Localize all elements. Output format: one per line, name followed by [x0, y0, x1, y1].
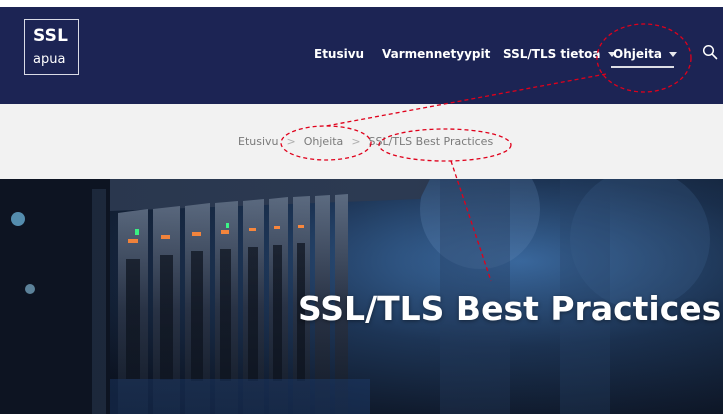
breadcrumb-item-ohjeita[interactable]: Ohjeita — [304, 135, 344, 148]
page: SSL apua Etusivu Varmennetyypit SSL/TLS … — [0, 0, 723, 414]
breadcrumb-current: SSL/TLS Best Practices — [368, 135, 494, 148]
search-icon[interactable] — [702, 44, 718, 60]
logo-line-1: SSL — [33, 26, 69, 46]
logo-line-2: apua — [33, 52, 66, 67]
breadcrumb-separator: > — [286, 135, 296, 148]
nav-label: SSL/TLS tietoa — [503, 47, 601, 61]
site-logo[interactable]: SSL apua — [24, 19, 79, 75]
breadcrumb-item-etusivu[interactable]: Etusivu — [238, 135, 279, 148]
nav-item-ssl-tls-tietoa[interactable]: SSL/TLS tietoa — [503, 42, 616, 66]
breadcrumb: Etusivu > Ohjeita > SSL/TLS Best Practic… — [238, 135, 493, 148]
nav-label: Varmennetyypit — [382, 47, 491, 61]
chevron-down-icon — [668, 51, 677, 57]
nav-item-etusivu[interactable]: Etusivu — [314, 42, 364, 66]
active-nav-underline — [611, 66, 674, 68]
nav-label: Ohjeita — [613, 47, 662, 61]
breadcrumb-separator: > — [351, 135, 361, 148]
nav-item-varmennetyypit[interactable]: Varmennetyypit — [382, 42, 490, 66]
nav-item-ohjeita[interactable]: Ohjeita — [613, 42, 677, 66]
top-strip — [0, 0, 723, 7]
site-header: SSL apua Etusivu Varmennetyypit SSL/TLS … — [0, 0, 723, 104]
hero-title: SSL/TLS Best Practices — [298, 289, 722, 328]
nav-label: Etusivu — [314, 47, 365, 61]
